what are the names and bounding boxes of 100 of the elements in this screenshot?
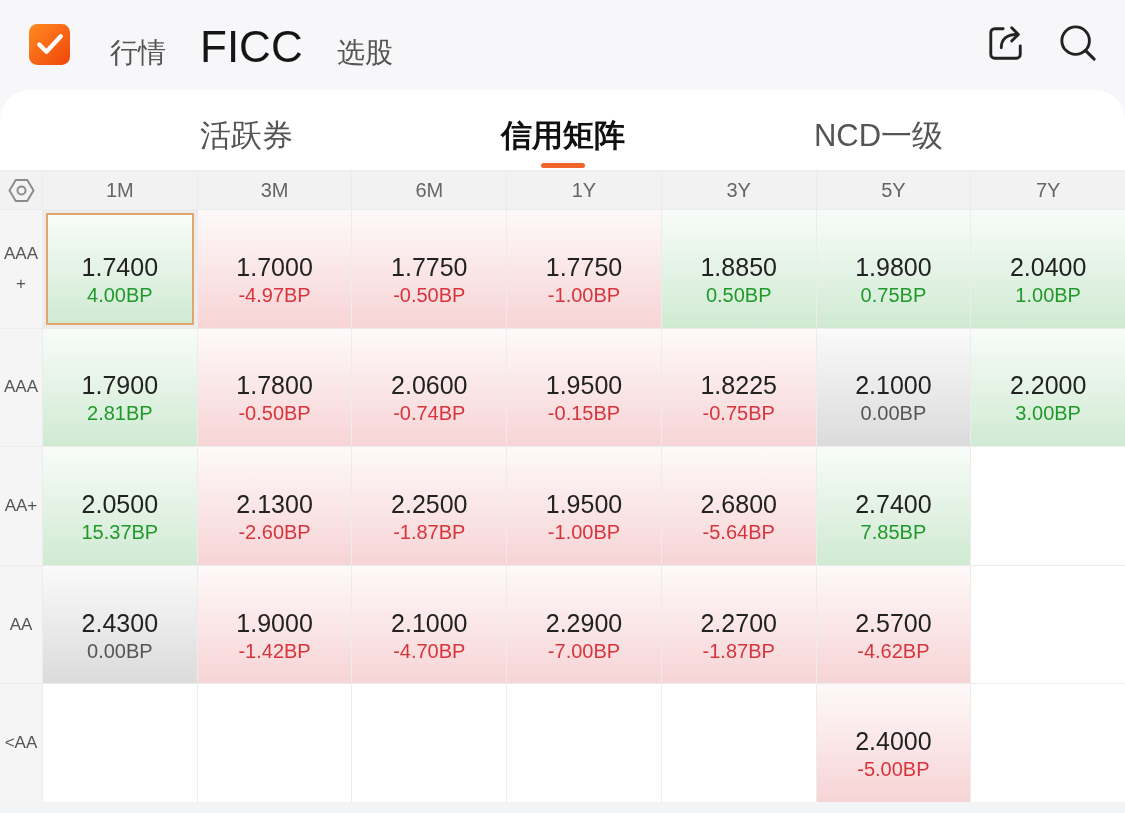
- check-logo-icon[interactable]: [29, 23, 70, 65]
- yield-text: 1.7400: [81, 251, 159, 282]
- column-header: 5Y: [816, 171, 971, 209]
- yield-text: 1.7800: [236, 370, 313, 401]
- yield-text: 1.7750: [545, 251, 623, 282]
- matrix-cell[interactable]: 1.7750 -0.50BP: [352, 210, 507, 328]
- row-header: <AA: [0, 684, 42, 802]
- yield-text: 2.2700: [700, 607, 777, 638]
- column-header: 3Y: [661, 171, 816, 209]
- bp-change-text: -4.97BP: [238, 282, 311, 308]
- yield-text: 1.7000: [236, 251, 313, 282]
- bp-change-text: -0.15BP: [547, 401, 621, 427]
- row-header: AAA+: [0, 210, 42, 328]
- matrix-cell[interactable]: 1.9500 -0.15BP: [507, 328, 661, 447]
- matrix-cell[interactable]: 2.2900 -7.00BP: [507, 565, 661, 684]
- matrix-cell[interactable]: 1.9800 0.75BP: [816, 210, 971, 328]
- bp-change-text: -1.00BP: [547, 282, 621, 308]
- matrix-cell[interactable]: 1.7000 -4.97BP: [197, 210, 352, 328]
- yield-text: 2.2900: [545, 607, 623, 638]
- sub-tab[interactable]: 活跃券: [88, 116, 405, 170]
- matrix-cell[interactable]: 1.9500 -1.00BP: [507, 447, 661, 565]
- yield-text: 2.2000: [1009, 370, 1087, 401]
- bp-change-text: -1.00BP: [547, 520, 621, 545]
- sub-tab[interactable]: NCD一级: [720, 116, 1037, 170]
- matrix-cell[interactable]: 2.4000 -5.00BP: [816, 684, 971, 802]
- bp-change-text: -7.00BP: [547, 638, 621, 664]
- bp-change-text: 7.85BP: [860, 520, 927, 545]
- bp-change-text: 1.00BP: [1015, 282, 1081, 308]
- yield-text: 2.4000: [855, 726, 932, 757]
- search-icon[interactable]: [1059, 24, 1097, 62]
- yield-text: 2.1300: [236, 489, 313, 519]
- matrix-cell[interactable]: 2.0500 15.37BP: [43, 447, 197, 565]
- row-header: AAA: [0, 328, 42, 447]
- yield-text: 2.0600: [391, 370, 468, 401]
- row-header: AA: [0, 565, 42, 684]
- matrix-cell[interactable]: 2.1000 0.00BP: [816, 328, 971, 447]
- bp-change-text: 2.81BP: [87, 401, 153, 427]
- matrix-cell[interactable]: 2.6800 -5.64BP: [661, 447, 816, 565]
- bp-change-text: -1.42BP: [238, 638, 311, 664]
- nav-tab[interactable]: 行情: [110, 34, 166, 72]
- yield-text: 1.9800: [855, 251, 932, 282]
- yield-text: 1.9000: [236, 607, 313, 638]
- bp-change-text: 0.50BP: [705, 282, 772, 308]
- yield-text: 1.9500: [545, 489, 623, 519]
- column-header: 6M: [352, 171, 507, 209]
- matrix-cell[interactable]: 2.2700 -1.87BP: [661, 565, 816, 684]
- yield-text: 1.8225: [700, 370, 777, 401]
- yield-text: 2.0500: [81, 489, 159, 519]
- bp-change-text: -5.00BP: [857, 757, 930, 783]
- bp-change-text: -2.60BP: [238, 520, 311, 545]
- sub-tab[interactable]: 信用矩阵: [404, 116, 721, 170]
- bp-change-text: 3.00BP: [1015, 401, 1081, 427]
- column-header: 1Y: [507, 171, 661, 209]
- bp-change-text: -0.50BP: [393, 282, 466, 308]
- matrix-cell[interactable]: 2.7400 7.85BP: [816, 447, 971, 565]
- nav-tab[interactable]: 选股: [336, 34, 393, 72]
- yield-text: 2.1000: [391, 607, 468, 638]
- matrix-cell[interactable]: 1.7400 4.00BP: [46, 213, 194, 325]
- bp-change-text: 0.00BP: [87, 638, 153, 664]
- settings-icon[interactable]: [7, 177, 35, 203]
- matrix-cell[interactable]: 2.1000 -4.70BP: [352, 565, 507, 684]
- matrix-cell[interactable]: 2.2500 -1.87BP: [352, 447, 507, 565]
- column-header: 3M: [197, 171, 352, 209]
- column-header: 1M: [43, 171, 197, 209]
- yield-text: 2.4300: [81, 607, 159, 638]
- matrix-cell[interactable]: 2.2000 3.00BP: [971, 328, 1125, 447]
- yield-text: 2.7400: [855, 489, 932, 519]
- yield-text: 1.7900: [81, 370, 159, 401]
- share-icon[interactable]: [987, 24, 1025, 62]
- column-header: 7Y: [971, 171, 1125, 209]
- yield-text: 2.2500: [391, 489, 468, 519]
- matrix-cell[interactable]: 2.0600 -0.74BP: [352, 328, 507, 447]
- matrix-cell[interactable]: 2.4300 0.00BP: [43, 565, 197, 684]
- bp-change-text: 0.75BP: [860, 282, 927, 308]
- matrix-cell[interactable]: 1.7800 -0.50BP: [197, 328, 352, 447]
- matrix-cell[interactable]: 1.9000 -1.42BP: [197, 565, 352, 684]
- row-header: AA+: [0, 447, 42, 565]
- matrix-cell[interactable]: 2.1300 -2.60BP: [197, 447, 352, 565]
- matrix-cell[interactable]: 2.5700 -4.62BP: [816, 565, 971, 684]
- bp-change-text: -0.50BP: [238, 401, 311, 427]
- yield-text: 2.0400: [1009, 251, 1087, 282]
- yield-text: 1.8850: [700, 251, 777, 282]
- yield-text: 2.1000: [855, 370, 932, 401]
- bp-change-text: -4.70BP: [393, 638, 466, 664]
- matrix-cell[interactable]: 1.8225 -0.75BP: [661, 328, 816, 447]
- matrix-cell[interactable]: 1.8850 0.50BP: [661, 210, 816, 328]
- bp-change-text: -0.74BP: [393, 401, 466, 427]
- yield-text: 2.6800: [700, 489, 777, 519]
- bp-change-text: -4.62BP: [857, 638, 930, 664]
- bp-change-text: -5.64BP: [702, 520, 775, 545]
- yield-text: 2.5700: [855, 607, 932, 638]
- bp-change-text: 15.37BP: [81, 520, 159, 545]
- matrix-cell[interactable]: 2.0400 1.00BP: [971, 210, 1125, 328]
- bp-change-text: -1.87BP: [393, 520, 466, 545]
- nav-tab[interactable]: FICC: [200, 22, 303, 72]
- bp-change-text: 0.00BP: [860, 401, 927, 427]
- bp-change-text: -1.87BP: [702, 638, 775, 664]
- bp-change-text: 4.00BP: [87, 282, 153, 308]
- matrix-cell[interactable]: 1.7900 2.81BP: [43, 328, 197, 447]
- matrix-cell[interactable]: 1.7750 -1.00BP: [507, 210, 661, 328]
